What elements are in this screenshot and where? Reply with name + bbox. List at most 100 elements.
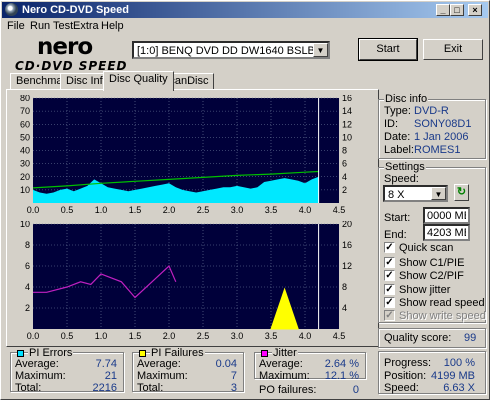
tab-disc-quality[interactable]: Disc Quality <box>103 71 174 91</box>
y-left-tick-label: 80 <box>20 95 30 103</box>
pi-errors-maximum-value: 21 <box>104 370 117 382</box>
po-failures-label: PO failures: <box>259 384 317 396</box>
end-field[interactable] <box>423 224 470 241</box>
y-left-tick-label: 6 <box>25 261 30 271</box>
y-left-tick-label: 4 <box>25 282 30 292</box>
y-left-tick-label: 10 <box>20 221 30 229</box>
progress-value: 100 % <box>443 357 475 369</box>
y-right-tick-label: 6 <box>342 159 347 169</box>
menu-help[interactable]: Help <box>101 20 124 32</box>
y-left-tick-label: 60 <box>20 119 30 129</box>
menu-file[interactable]: File <box>7 20 25 32</box>
y-right-tick-label: 12 <box>342 119 352 129</box>
refresh-icon[interactable]: ↻ <box>454 184 469 201</box>
y-left-tick-label: 50 <box>20 132 30 142</box>
jitter-maximum-label: Maximum: <box>259 370 310 382</box>
disc-id-label: ID: <box>384 118 399 130</box>
pi-errors-average-value: 7.74 <box>95 358 117 370</box>
position-value: 4199 MB <box>430 370 475 382</box>
x-tick-label: 2.5 <box>197 205 210 215</box>
y-left-tick-label: 2 <box>25 303 30 313</box>
pi-failures-legend-swatch <box>139 350 146 357</box>
quality-score-value: 99 <box>464 332 477 344</box>
jitter-maximum-value: 12.1 % <box>324 370 359 382</box>
x-tick-label: 1.5 <box>129 205 142 215</box>
show-jitter-checkbox[interactable]: ✓ <box>384 284 395 295</box>
x-tick-label: 3.5 <box>265 331 278 341</box>
x-tick-label: 0.0 <box>27 205 40 215</box>
menu-run-test[interactable]: Run Test <box>30 20 73 32</box>
close-button[interactable]: × <box>468 4 482 16</box>
x-tick-label: 4.5 <box>333 205 346 215</box>
quick-scan-label: Quick scan <box>399 242 454 254</box>
maximize-button[interactable]: □ <box>450 4 464 16</box>
app-icon <box>5 3 18 16</box>
pi-errors-chart: 0.0 0.5 1.0 1.5 2.0 2.5 3.0 3.5 4.0 4.5 10 20 30 40 50… <box>20 95 352 215</box>
pif-jitter-chart: 0.0 0.5 1.0 1.5 2.0 2.5 3.0 3.5 4.0 4.5 2 4 6 8 10 4 8 12… <box>20 221 352 341</box>
x-tick-label: 2.0 <box>163 331 176 341</box>
disc-label-value: ROMES1 <box>414 144 461 156</box>
minimize-button[interactable]: _ <box>436 4 450 16</box>
quick-scan-checkbox[interactable]: ✓ <box>384 242 395 253</box>
disc-type-label: Type: <box>384 105 411 117</box>
exit-button[interactable]: Exit <box>423 39 483 60</box>
chevron-down-icon[interactable]: ▼ <box>431 187 446 200</box>
x-tick-label: 4.0 <box>299 205 312 215</box>
window-title: Nero CD-DVD Speed <box>22 4 129 16</box>
show-jitter-label: Show jitter <box>399 284 451 296</box>
drive-selector[interactable]: [1:0] BENQ DVD DD DW1640 BSLB ▼ <box>132 41 330 59</box>
disc-label-label: Label: <box>384 144 414 156</box>
main-window: Nero CD-DVD Speed _ □ × File Run Test Ex… <box>0 0 490 400</box>
x-tick-label: 1.0 <box>95 205 108 215</box>
y-left-tick-label: 10 <box>20 185 30 195</box>
x-tick-label: 0.5 <box>61 331 74 341</box>
speed-readout-value: 6.63 X <box>443 382 475 394</box>
y-right-tick-label: 8 <box>342 146 347 156</box>
x-tick-label: 1.0 <box>95 331 108 341</box>
x-tick-label: 2.0 <box>163 205 176 215</box>
y-left-tick-label: 40 <box>20 146 30 156</box>
progress-label: Progress: <box>384 357 432 369</box>
pi-errors-total-value: 2216 <box>92 382 117 394</box>
title-bar[interactable]: Nero CD-DVD Speed _ □ × <box>2 2 488 18</box>
pi-errors-legend-swatch <box>17 350 24 357</box>
x-tick-label: 3.0 <box>231 205 244 215</box>
y-left-tick-label: 30 <box>20 159 30 169</box>
x-tick-label: 4.5 <box>333 331 346 341</box>
nero-logo: nero <box>37 34 93 60</box>
chevron-down-icon[interactable]: ▼ <box>313 43 328 57</box>
show-read-speed-checkbox[interactable]: ✓ <box>384 297 395 308</box>
speed-selector-value: 8 X <box>388 189 405 201</box>
y-right-tick-label: 16 <box>342 95 352 103</box>
jitter-legend-swatch <box>261 350 268 357</box>
show-read-speed-label: Show read speed <box>399 297 485 309</box>
y-right-tick-label: 20 <box>342 221 352 229</box>
y-left-tick-label: 20 <box>20 172 30 182</box>
x-tick-label: 3.5 <box>265 205 278 215</box>
position-label: Position: <box>384 370 427 382</box>
y-right-tick-label: 16 <box>342 240 352 250</box>
pi-failures-average-value: 0.04 <box>215 358 237 370</box>
quality-score-label: Quality score: <box>384 332 452 344</box>
disc-info-title: Disc info <box>384 93 429 105</box>
pi-failures-total-label: Total: <box>137 382 164 394</box>
speed-selector[interactable]: 8 X ▼ <box>383 185 448 202</box>
y-left-tick-label: 70 <box>20 106 30 116</box>
menu-extra[interactable]: Extra <box>73 20 99 32</box>
pi-failures-maximum-label: Maximum: <box>137 370 188 382</box>
show-c1-pie-label: Show C1/PIE <box>399 257 465 269</box>
y-right-tick-label: 4 <box>342 303 347 313</box>
speed-readout-label: Speed: <box>384 382 419 394</box>
x-tick-label: 3.0 <box>231 331 244 341</box>
pi-failures-maximum-value: 7 <box>230 370 237 382</box>
show-c2-pif-checkbox[interactable]: ✓ <box>384 270 395 281</box>
end-label: End: <box>384 229 407 241</box>
y-right-tick-label: 2 <box>342 185 347 195</box>
jitter-average-label: Average: <box>259 358 303 370</box>
start-field[interactable] <box>423 207 470 224</box>
show-c1-pie-checkbox[interactable]: ✓ <box>384 257 395 268</box>
speed-label: Speed: <box>384 173 419 185</box>
start-button[interactable]: Start <box>358 38 418 61</box>
jitter-average-value: 2.64 % <box>324 358 359 370</box>
y-right-tick-label: 10 <box>342 132 352 142</box>
